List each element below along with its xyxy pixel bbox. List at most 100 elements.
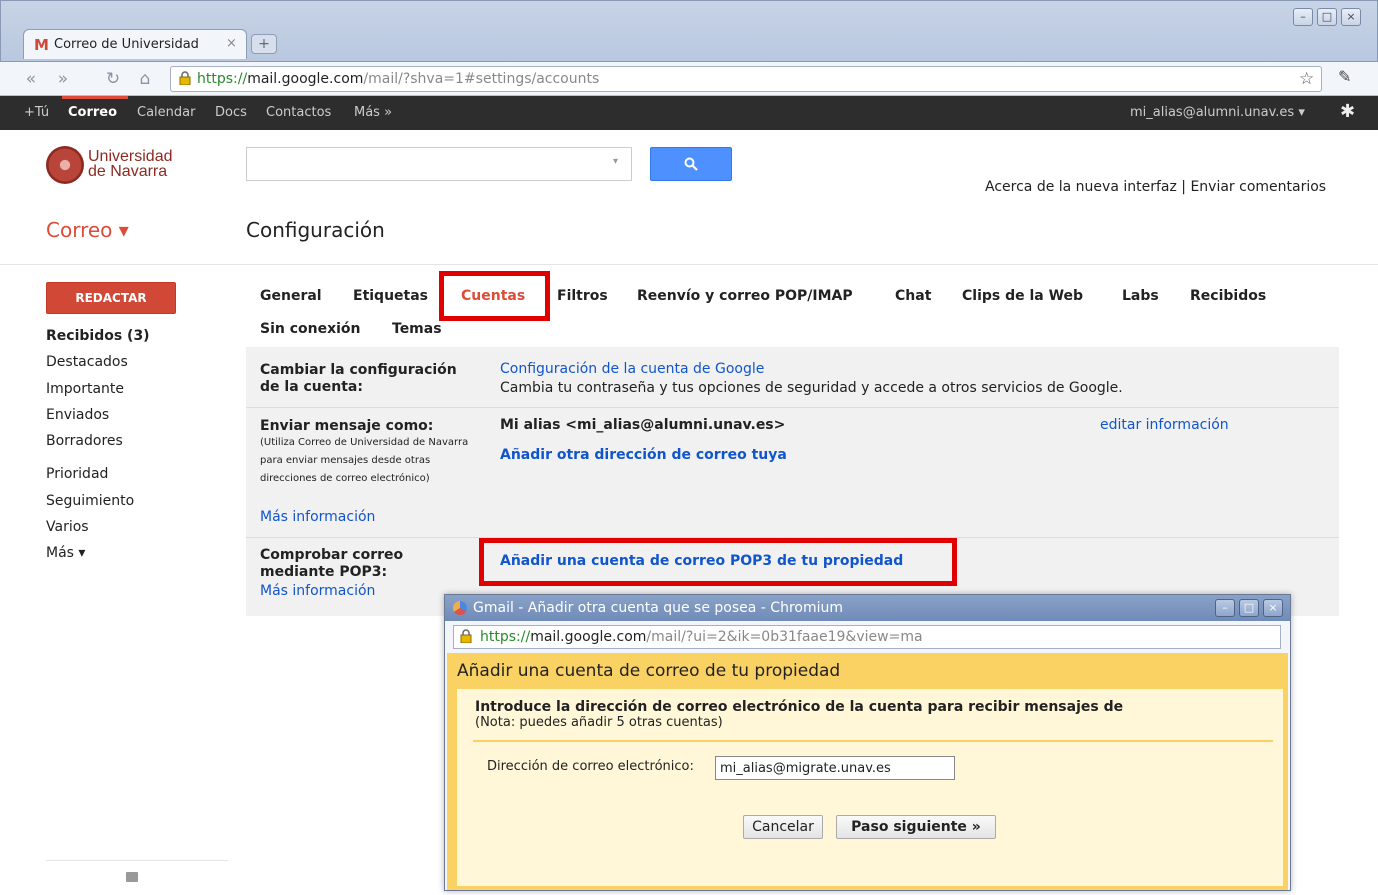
logo-line-2: de Navarra [88, 163, 168, 180]
maximize-button[interactable]: □ [1317, 8, 1337, 26]
popup-heading: Añadir una cuenta de correo de tu propie… [457, 661, 841, 681]
send-as-label: Enviar mensaje como: [260, 418, 434, 434]
wrench-icon[interactable]: ✎ [1338, 67, 1351, 86]
sidebar-item-priority[interactable]: Prioridad [46, 466, 108, 482]
bookmark-star-icon[interactable]: ☆ [1299, 69, 1314, 89]
search-button[interactable] [650, 147, 732, 181]
popup-maximize-button[interactable]: □ [1239, 599, 1259, 617]
tab-chat[interactable]: Chat [895, 288, 931, 304]
popup-intro-text: Introduce la dirección de correo electró… [475, 699, 1124, 715]
browser-toolbar: « » ↻ ⌂ https://mail.google.com/mail/?sh… [0, 62, 1378, 96]
tab-labels[interactable]: Etiquetas [353, 288, 428, 304]
logo-line-1: Universidad [88, 148, 173, 165]
account-settings-label-line-2: de la cuenta: [260, 379, 363, 395]
new-tab-button[interactable]: + [251, 34, 277, 54]
tab-general[interactable]: General [260, 288, 322, 304]
browser-titlebar: M Correo de Universidad × + – □ × [0, 0, 1378, 62]
compose-button[interactable]: REDACTAR [46, 282, 176, 314]
sidebar-item-drafts[interactable]: Borradores [46, 433, 123, 449]
pop3-label-line-2: mediante POP3: [260, 564, 388, 580]
url-host: mail.google.com [247, 71, 364, 87]
cancel-button[interactable]: Cancelar [743, 815, 823, 839]
tab-labs[interactable]: Labs [1122, 288, 1159, 304]
minimize-button[interactable]: – [1293, 8, 1313, 26]
next-step-button[interactable]: Paso siguiente » [836, 815, 996, 839]
sidebar-item-sent[interactable]: Enviados [46, 407, 109, 423]
google-bar: +Tú Correo Calendar Docs Contactos Más »… [0, 96, 1378, 130]
popup-divider [473, 740, 1273, 742]
home-icon[interactable]: ⌂ [134, 68, 156, 90]
gbar-calendar[interactable]: Calendar [137, 105, 195, 120]
sidebar-item-more[interactable]: Más ▾ [46, 545, 85, 561]
address-bar[interactable]: https://mail.google.com/mail/?shva=1#set… [170, 66, 1322, 92]
popup-close-button[interactable]: × [1263, 599, 1283, 617]
account-settings-description: Cambia tu contraseña y tus opciones de s… [500, 380, 1123, 396]
pop3-more-info-link[interactable]: Más información [260, 583, 375, 599]
tab-filters[interactable]: Filtros [557, 288, 608, 304]
email-field[interactable] [715, 756, 955, 780]
tab-forwarding-pop-imap[interactable]: Reenvío y correo POP/IMAP [637, 288, 853, 304]
popup-form-panel: Introduce la dirección de correo electró… [457, 689, 1283, 886]
tab-offline[interactable]: Sin conexión [260, 321, 361, 337]
reload-icon[interactable]: ↻ [102, 68, 124, 90]
account-settings-label: Cambiar la configuración de la cuenta: [260, 362, 457, 396]
chromium-icon [453, 601, 467, 615]
row-divider [246, 407, 1339, 408]
lock-icon [179, 71, 191, 85]
search-icon [684, 157, 698, 171]
university-seal-icon [46, 146, 84, 184]
browser-tab[interactable]: M Correo de Universidad × [23, 29, 247, 59]
back-icon[interactable]: « [20, 68, 42, 90]
send-as-identity: Mi alias <mi_alias@alumni.unav.es> [500, 417, 786, 433]
gbar-docs[interactable]: Docs [215, 105, 247, 120]
tab-web-clips[interactable]: Clips de la Web [962, 288, 1083, 304]
tab-inbox[interactable]: Recibidos [1190, 288, 1266, 304]
popup-body: Añadir una cuenta de correo de tu propie… [447, 653, 1288, 890]
add-another-address-link[interactable]: Añadir otra dirección de correo tuya [500, 447, 787, 463]
search-input[interactable]: ▾ [246, 147, 632, 181]
gear-icon[interactable]: ✱ [1340, 101, 1355, 122]
popup-titlebar: Gmail - Añadir otra cuenta que se posea … [445, 595, 1290, 621]
chat-icon[interactable] [126, 872, 138, 882]
popup-url-host: mail.google.com [530, 629, 647, 645]
logo-text: Universidad de Navarra [88, 148, 173, 180]
pop3-label-line-1: Comprobar correo [260, 547, 404, 563]
popup-minimize-button[interactable]: – [1215, 599, 1235, 617]
sidebar-item-inbox[interactable]: Recibidos (3) [46, 328, 150, 344]
gbar-more[interactable]: Más » [354, 105, 392, 120]
gbar-active-indicator [62, 96, 128, 99]
popup-title: Gmail - Añadir otra cuenta que se posea … [473, 600, 843, 616]
app-switcher[interactable]: Correo ▾ [46, 218, 129, 242]
sidebar-item-misc[interactable]: Varios [46, 519, 89, 535]
gbar-correo[interactable]: Correo [68, 105, 117, 120]
add-account-popup-window: Gmail - Añadir otra cuenta que se posea … [444, 594, 1291, 891]
sidebar-item-starred[interactable]: Destacados [46, 354, 128, 370]
url-text: https://mail.google.com/mail/?shva=1#set… [197, 71, 599, 87]
gbar-contactos[interactable]: Contactos [266, 105, 331, 120]
tab-close-icon[interactable]: × [226, 36, 237, 51]
pop3-link-highlight [479, 538, 957, 586]
accounts-tab-highlight [439, 271, 550, 321]
tab-title: Correo de Universidad [54, 37, 199, 52]
gbar-plus[interactable]: +Tú [24, 105, 49, 120]
send-as-more-info-link[interactable]: Más información [260, 509, 375, 525]
sidebar-divider [46, 860, 228, 861]
popup-url-path: /mail/?ui=2&ik=0b31faae19&view=ma [646, 629, 923, 645]
gbar-account[interactable]: mi_alias@alumni.unav.es ▾ [1130, 105, 1305, 120]
search-options-chevron-icon[interactable]: ▾ [613, 156, 618, 167]
popup-note-text: (Nota: puedes añadir 5 otras cuentas) [475, 715, 723, 730]
close-window-button[interactable]: × [1341, 8, 1361, 26]
sidebar-item-important[interactable]: Importante [46, 381, 124, 397]
google-account-settings-link[interactable]: Configuración de la cuenta de Google [500, 361, 764, 377]
forward-icon[interactable]: » [52, 68, 74, 90]
lock-icon [460, 629, 472, 643]
sidebar-item-follow-up[interactable]: Seguimiento [46, 493, 134, 509]
popup-address-bar[interactable]: https://mail.google.com/mail/?ui=2&ik=0b… [453, 625, 1281, 649]
header-divider [0, 264, 1378, 265]
edit-info-link[interactable]: editar información [1100, 417, 1229, 433]
url-path: /mail/?shva=1#settings/accounts [363, 71, 600, 87]
header-links[interactable]: Acerca de la nueva interfaz | Enviar com… [985, 179, 1326, 195]
url-scheme: https:// [197, 71, 248, 87]
tab-themes[interactable]: Temas [392, 321, 442, 337]
gmail-favicon-icon: M [34, 36, 49, 54]
